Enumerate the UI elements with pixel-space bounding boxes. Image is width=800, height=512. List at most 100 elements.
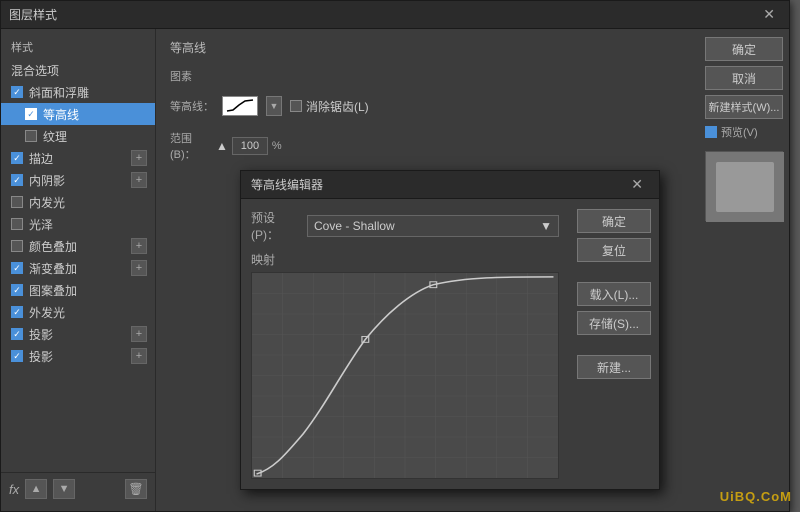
preset-row: 预设(P)： Cove - Shallow ▼ xyxy=(251,209,559,243)
sidebar-item-gradientoverlay[interactable]: ✓ 渐变叠加 + xyxy=(1,257,155,279)
preset-dropdown-arrow: ▼ xyxy=(540,219,552,233)
styles-section-title: 样式 xyxy=(1,35,155,59)
editor-title: 等高线编辑器 xyxy=(251,176,323,193)
right-buttons-panel: 确定 取消 新建样式(W)... 预览(V) xyxy=(699,29,789,511)
outerglow-label: 外发光 xyxy=(29,304,147,321)
contour-section-title: 等高线 xyxy=(170,39,685,56)
patternoverlay-checkbox[interactable]: ✓ xyxy=(11,284,23,296)
editor-body: 预设(P)： Cove - Shallow ▼ 映射 xyxy=(241,199,659,489)
gradientoverlay-checkbox[interactable]: ✓ xyxy=(11,262,23,274)
contour-subsection: 图素 xyxy=(170,68,685,84)
range-value[interactable]: 100 xyxy=(232,137,268,155)
move-up-button[interactable]: ▲ xyxy=(25,479,47,499)
editor-close-button[interactable]: ✕ xyxy=(625,174,649,195)
dropshadow1-add-icon[interactable]: + xyxy=(131,326,147,342)
preset-label: 预设(P)： xyxy=(251,209,301,243)
dropshadow2-checkbox[interactable]: ✓ xyxy=(11,350,23,362)
sidebar-item-coloroverlay[interactable]: 颜色叠加 + xyxy=(1,235,155,257)
main-titlebar: 图层样式 ✕ xyxy=(1,1,789,29)
coloroverlay-label: 颜色叠加 xyxy=(29,238,131,255)
sidebar-item-outerglow[interactable]: ✓ 外发光 xyxy=(1,301,155,323)
coloroverlay-checkbox[interactable] xyxy=(11,240,23,252)
sidebar-item-innershadow[interactable]: ✓ 内阴影 + xyxy=(1,169,155,191)
innershadow-checkbox[interactable]: ✓ xyxy=(11,174,23,186)
editor-ok-button[interactable]: 确定 xyxy=(577,209,651,233)
delete-button[interactable]: 🗑 xyxy=(125,479,147,499)
main-dialog-title: 图层样式 xyxy=(9,6,57,23)
editor-titlebar: 等高线编辑器 ✕ xyxy=(241,171,659,199)
sidebar-item-innerglow[interactable]: 内发光 xyxy=(1,191,155,213)
contour-checkbox[interactable]: ✓ xyxy=(25,108,37,120)
sidebar-item-dropshadow1[interactable]: ✓ 投影 + xyxy=(1,323,155,345)
sidebar-item-blend[interactable]: 混合选项 xyxy=(1,59,155,81)
antialias-checkbox[interactable] xyxy=(290,100,302,112)
innerglow-checkbox[interactable] xyxy=(11,196,23,208)
preview-thumb-image xyxy=(706,152,784,222)
sidebar-item-texture[interactable]: 纹理 xyxy=(1,125,155,147)
innershadow-add-icon[interactable]: + xyxy=(131,172,147,188)
editor-spacer xyxy=(577,267,651,277)
stroke-checkbox[interactable]: ✓ xyxy=(11,152,23,164)
texture-checkbox[interactable] xyxy=(25,130,37,142)
editor-right-buttons: 确定 复位 载入(L)... 存储(S)... 新建... xyxy=(569,199,659,489)
preview-label: 预览(V) xyxy=(721,124,758,140)
coloroverlay-add-icon[interactable]: + xyxy=(131,238,147,254)
contour-dropdown-arrow[interactable]: ▼ xyxy=(266,96,282,116)
innerglow-label: 内发光 xyxy=(29,194,147,211)
range-label: 范围(B)： xyxy=(170,130,210,162)
sidebar-item-dropshadow2[interactable]: ✓ 投影 + xyxy=(1,345,155,367)
preview-checkbox[interactable] xyxy=(705,126,717,138)
cancel-button[interactable]: 取消 xyxy=(705,66,783,90)
preset-dropdown[interactable]: Cove - Shallow ▼ xyxy=(307,215,559,237)
gradientoverlay-label: 渐变叠加 xyxy=(29,260,131,277)
contour-editor-dialog: 等高线编辑器 ✕ 预设(P)： Cove - Shallow ▼ 映射 xyxy=(240,170,660,490)
sidebar-item-stroke[interactable]: ✓ 描边 + xyxy=(1,147,155,169)
patternoverlay-label: 图案叠加 xyxy=(29,282,147,299)
ok-button[interactable]: 确定 xyxy=(705,37,783,61)
range-row: 范围(B)： ▲ 100 % xyxy=(170,130,685,162)
curve-canvas[interactable] xyxy=(251,272,559,479)
satin-checkbox[interactable] xyxy=(11,218,23,230)
satin-label: 光泽 xyxy=(29,216,147,233)
stroke-add-icon[interactable]: + xyxy=(131,150,147,166)
range-percent: % xyxy=(272,140,282,152)
contour-preview-button[interactable] xyxy=(222,96,258,116)
outerglow-checkbox[interactable]: ✓ xyxy=(11,306,23,318)
styles-sidebar: 样式 混合选项 ✓ 斜面和浮雕 ✓ 等高线 纹理 ✓ 描边 xyxy=(1,29,156,511)
editor-reset-button[interactable]: 复位 xyxy=(577,238,651,262)
editor-save-button[interactable]: 存储(S)... xyxy=(577,311,651,335)
fx-label: fx xyxy=(9,482,19,497)
antialias-label: 消除锯齿(L) xyxy=(306,98,369,115)
contour-row-label: 等高线： xyxy=(170,98,214,114)
bevel-label: 斜面和浮雕 xyxy=(29,84,147,101)
curve-grid-svg xyxy=(252,273,558,478)
contour-row: 等高线： ▼ 消除锯齿(L) xyxy=(170,96,685,116)
editor-spacer2 xyxy=(577,340,651,350)
dropshadow2-label: 投影 xyxy=(29,348,131,365)
editor-load-button[interactable]: 载入(L)... xyxy=(577,282,651,306)
bevel-checkbox[interactable]: ✓ xyxy=(11,86,23,98)
antialias-checkbox-label[interactable]: 消除锯齿(L) xyxy=(290,98,369,115)
map-label: 映射 xyxy=(251,251,559,268)
move-down-button[interactable]: ▼ xyxy=(53,479,75,499)
sidebar-item-patternoverlay[interactable]: ✓ 图案叠加 xyxy=(1,279,155,301)
sidebar-item-satin[interactable]: 光泽 xyxy=(1,213,155,235)
sidebar-item-bevel[interactable]: ✓ 斜面和浮雕 xyxy=(1,81,155,103)
watermark: UiBQ.CoM xyxy=(720,489,792,504)
contour-preview-icon xyxy=(225,99,255,113)
stroke-label: 描边 xyxy=(29,150,131,167)
preset-value: Cove - Shallow xyxy=(314,219,395,233)
preview-checkbox-row[interactable]: 预览(V) xyxy=(705,124,783,140)
editor-new-button[interactable]: 新建... xyxy=(577,355,651,379)
main-close-button[interactable]: ✕ xyxy=(757,4,781,25)
texture-label: 纹理 xyxy=(43,128,147,145)
dropshadow2-add-icon[interactable]: + xyxy=(131,348,147,364)
contour-label: 等高线 xyxy=(43,106,147,123)
range-triangle-icon: ▲ xyxy=(216,139,228,153)
gradientoverlay-add-icon[interactable]: + xyxy=(131,260,147,276)
new-style-button[interactable]: 新建样式(W)... xyxy=(705,95,783,119)
dropshadow1-checkbox[interactable]: ✓ xyxy=(11,328,23,340)
sidebar-item-contour[interactable]: ✓ 等高线 xyxy=(1,103,155,125)
sidebar-footer: fx ▲ ▼ 🗑 xyxy=(1,472,155,505)
blend-label: 混合选项 xyxy=(11,62,147,79)
